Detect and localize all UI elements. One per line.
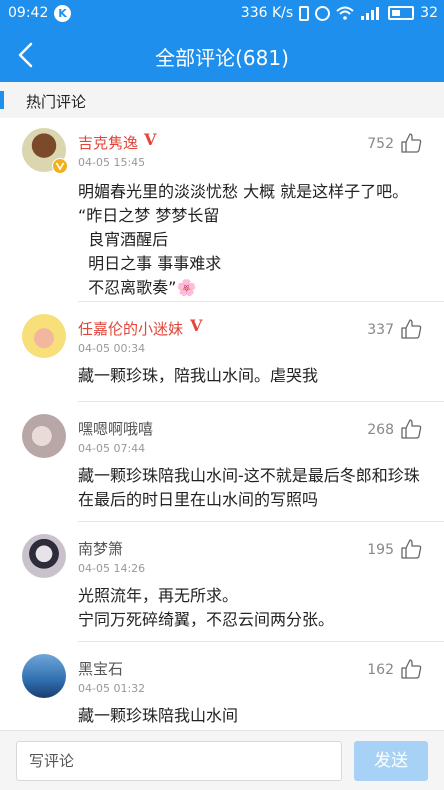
thumbs-up-icon[interactable]	[400, 418, 422, 440]
comment-time: 04-05 01:32	[78, 682, 146, 695]
verified-badge-icon	[52, 158, 68, 174]
battery-level: 32	[420, 5, 438, 21]
avatar[interactable]	[22, 314, 66, 358]
comment-time: 04-05 14:26	[78, 562, 146, 575]
app-notification-icon: K	[54, 5, 71, 22]
avatar[interactable]	[22, 534, 66, 578]
comment-line: 明日之事 事事难求	[78, 254, 222, 273]
comment-username[interactable]: 南梦箫	[78, 538, 123, 559]
comment-line: 不忍离歌奏”🌸	[78, 278, 197, 297]
avatar[interactable]	[22, 414, 66, 458]
comment-line: 藏一颗珍珠陪我山水间-这不就是最后冬郎和珍珠	[78, 466, 420, 485]
page-title: 全部评论(681)	[155, 46, 289, 70]
comment-username[interactable]: 任嘉伦的小迷妹	[78, 318, 183, 339]
net-speed: 336 K/s	[240, 5, 294, 21]
comment-line: 良宵酒醒后	[78, 230, 169, 249]
comment-content: 明媚春光里的淡淡忧愁 大概 就是这样子了吧。 “昨日之梦 梦梦长留 良宵酒醒后 …	[78, 180, 428, 300]
like-count: 195	[367, 542, 394, 558]
avatar[interactable]	[22, 654, 66, 698]
comment-item: 嘿嗯啊哦嘻 04-05 07:44 268 藏一颗珍珠陪我山水间-这不就是最后冬…	[0, 402, 444, 522]
comment-content: 光照流年，再无所求。 宁同万死碎绮翼，不忍云间两分张。	[78, 584, 428, 632]
comment-item: 任嘉伦的小迷妹 V 04-05 00:34 337 藏一颗珍珠，陪我山水间。虐哭…	[0, 302, 444, 402]
comment-username[interactable]: 吉克隽逸	[78, 132, 138, 153]
comment-input[interactable]: 写评论	[16, 741, 342, 781]
comment-item: 吉克隽逸 V 04-05 15:45 752 明媚春光里的淡淡忧愁 大概 就是这…	[0, 118, 444, 302]
comment-line: 宁同万死碎绮翼，不忍云间两分张。	[78, 610, 335, 629]
comment-line: 明媚春光里的淡淡忧愁 大概 就是这样子了吧。	[78, 182, 409, 201]
like-count: 162	[367, 662, 394, 678]
status-bar: 09:42 K 336 K/s 32	[0, 0, 444, 28]
hot-comments-header: 热门评论	[0, 82, 444, 118]
thumbs-up-icon[interactable]	[400, 318, 422, 340]
send-button[interactable]: 发送	[354, 741, 428, 781]
comment-line: 在最后的时日里在山水间的写照吗	[78, 490, 319, 509]
comment-content: 藏一颗珍珠陪我山水间-这不就是最后冬郎和珍珠 在最后的时日里在山水间的写照吗	[78, 464, 428, 512]
comment-line: 光照流年，再无所求。	[78, 586, 239, 605]
comment-list[interactable]: 吉克隽逸 V 04-05 15:45 752 明媚春光里的淡淡忧愁 大概 就是这…	[0, 118, 444, 738]
like-count: 337	[367, 322, 394, 338]
thumbs-up-icon[interactable]	[400, 658, 422, 680]
like-count: 752	[367, 136, 394, 152]
thumbs-up-icon[interactable]	[400, 132, 422, 154]
comment-item: 南梦箫 04-05 14:26 195 光照流年，再无所求。 宁同万死碎绮翼，不…	[0, 522, 444, 642]
comment-username[interactable]: 黑宝石	[78, 658, 123, 679]
comment-line: 藏一颗珍珠，陪我山水间。虐哭我	[78, 366, 319, 385]
status-time: 09:42	[8, 5, 49, 21]
comment-time: 04-05 15:45	[78, 156, 146, 169]
comment-line: “昨日之梦 梦梦长留	[78, 206, 220, 225]
status-icons: 336 K/s 32	[241, 5, 438, 21]
signal-icon	[361, 7, 380, 20]
comment-content: 藏一颗珍珠陪我山水间	[78, 704, 428, 728]
battery-icon	[388, 6, 415, 20]
section-accent-bar	[0, 91, 4, 109]
comment-item: 黑宝石 04-05 01:32 162 藏一颗珍珠陪我山水间	[0, 642, 444, 738]
app-header: 全部评论(681)	[0, 28, 444, 82]
thumbs-up-icon[interactable]	[400, 538, 422, 560]
vip-badge: V	[144, 130, 157, 149]
comment-input-bar: 写评论 发送	[0, 730, 444, 790]
vip-badge: V	[190, 316, 203, 335]
comment-content: 藏一颗珍珠，陪我山水间。虐哭我	[78, 364, 428, 388]
comment-username[interactable]: 嘿嗯啊哦嘻	[78, 418, 153, 439]
alarm-icon	[315, 5, 331, 21]
wifi-icon	[336, 6, 354, 20]
comment-time: 04-05 00:34	[78, 342, 146, 355]
section-title: 热门评论	[26, 93, 87, 111]
comment-line: 藏一颗珍珠陪我山水间	[78, 706, 239, 725]
vibrate-icon	[299, 5, 310, 21]
like-count: 268	[367, 422, 394, 438]
comment-time: 04-05 07:44	[78, 442, 146, 455]
